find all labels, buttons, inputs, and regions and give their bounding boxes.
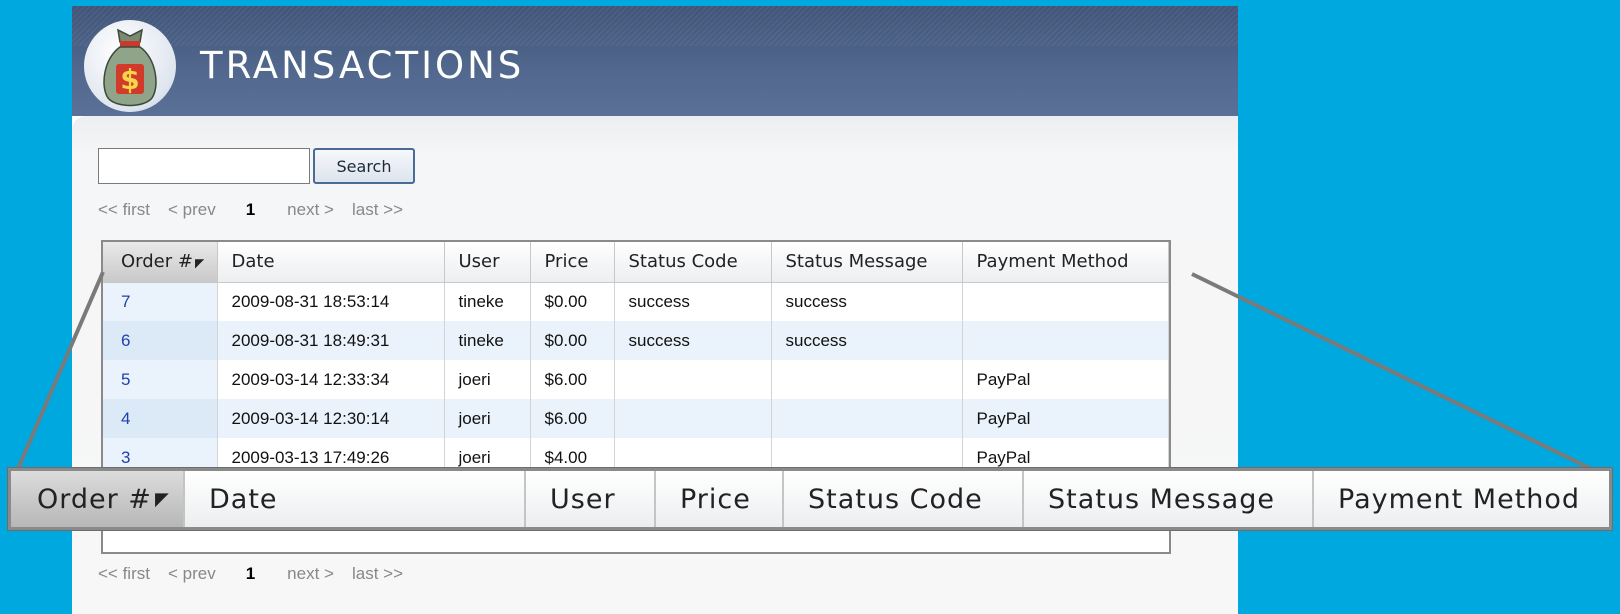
cell-user: joeri bbox=[444, 399, 531, 438]
cell-date: 2009-03-14 12:33:34 bbox=[217, 360, 445, 399]
order-link[interactable]: 7 bbox=[103, 282, 218, 321]
cell-payment-method: PayPal bbox=[962, 399, 1169, 438]
order-link[interactable]: 4 bbox=[103, 399, 218, 438]
cell-status-message: success bbox=[771, 282, 963, 321]
column-header-payment-method[interactable]: Payment Method bbox=[962, 242, 1169, 283]
search-button[interactable]: Search bbox=[313, 148, 415, 184]
cell-user: joeri bbox=[444, 360, 531, 399]
zoom-header-status-code: Status Code bbox=[784, 471, 1024, 527]
zoom-header-payment-method: Payment Method bbox=[1314, 471, 1609, 527]
cell-status-code bbox=[614, 360, 772, 399]
svg-text:$: $ bbox=[120, 63, 139, 96]
pager-last-link[interactable]: last >> bbox=[352, 200, 403, 220]
pager-current-page: 1 bbox=[245, 200, 256, 219]
zoom-header-order: Order # ◤ bbox=[11, 471, 185, 527]
pager-top: << first < prev 1 next > last >> bbox=[98, 200, 403, 220]
cell-status-message bbox=[771, 399, 963, 438]
order-link[interactable]: 5 bbox=[103, 360, 218, 399]
pager-next-link[interactable]: next > bbox=[287, 564, 334, 584]
transactions-table: Order # ◤ Date User Price Status Code Sta… bbox=[103, 242, 1169, 477]
pager-bottom: << first < prev 1 next > last >> bbox=[98, 564, 403, 584]
zoomed-header-callout: Order # ◤ Date User Price Status Code Sta… bbox=[8, 468, 1612, 530]
sort-indicator-icon: ◤ bbox=[194, 256, 205, 271]
cell-date: 2009-08-31 18:49:31 bbox=[217, 321, 445, 360]
money-bag-icon: $ bbox=[84, 20, 176, 112]
pager-last-link[interactable]: last >> bbox=[352, 564, 403, 584]
cell-payment-method bbox=[962, 282, 1169, 321]
cell-date: 2009-08-31 18:53:14 bbox=[217, 282, 445, 321]
cell-status-code: success bbox=[614, 321, 772, 360]
zoom-header-status-message: Status Message bbox=[1024, 471, 1314, 527]
cell-price: $6.00 bbox=[530, 360, 615, 399]
table-row: 7 2009-08-31 18:53:14 tineke $0.00 succe… bbox=[103, 282, 1169, 321]
column-header-status-code[interactable]: Status Code bbox=[614, 242, 772, 283]
zoom-header-user: User bbox=[526, 471, 656, 527]
cell-status-message: success bbox=[771, 321, 963, 360]
zoom-header-date: Date bbox=[185, 471, 526, 527]
cell-user: tineke bbox=[444, 282, 531, 321]
table-header-row: Order # ◤ Date User Price Status Code Sta… bbox=[103, 242, 1169, 283]
column-header-order[interactable]: Order # ◤ bbox=[103, 242, 218, 283]
cell-payment-method: PayPal bbox=[962, 360, 1169, 399]
column-header-user[interactable]: User bbox=[444, 242, 531, 283]
cell-date: 2009-03-14 12:30:14 bbox=[217, 399, 445, 438]
cell-price: $0.00 bbox=[530, 282, 615, 321]
column-header-date[interactable]: Date bbox=[217, 242, 445, 283]
search-row: Search bbox=[98, 148, 415, 184]
content-area: Search << first < prev 1 next > last >> … bbox=[72, 116, 1238, 614]
table-row: 6 2009-08-31 18:49:31 tineke $0.00 succe… bbox=[103, 321, 1169, 360]
cell-user: tineke bbox=[444, 321, 531, 360]
panel-header: $ TRANSACTIONS bbox=[72, 6, 1238, 116]
order-link[interactable]: 6 bbox=[103, 321, 218, 360]
column-header-status-message[interactable]: Status Message bbox=[771, 242, 963, 283]
search-input[interactable] bbox=[98, 148, 310, 184]
table-row: 4 2009-03-14 12:30:14 joeri $6.00 PayPal bbox=[103, 399, 1169, 438]
sort-indicator-icon: ◤ bbox=[154, 488, 170, 510]
cell-payment-method bbox=[962, 321, 1169, 360]
cell-price: $6.00 bbox=[530, 399, 615, 438]
pager-next-link[interactable]: next > bbox=[287, 200, 334, 220]
callout-arrow-right bbox=[1191, 272, 1612, 480]
cell-status-code bbox=[614, 399, 772, 438]
table-row: 5 2009-03-14 12:33:34 joeri $6.00 PayPal bbox=[103, 360, 1169, 399]
page-title: TRANSACTIONS bbox=[200, 44, 525, 87]
pager-prev-link[interactable]: < prev bbox=[168, 200, 216, 220]
cell-status-code: success bbox=[614, 282, 772, 321]
cell-status-message bbox=[771, 360, 963, 399]
pager-first-link[interactable]: << first bbox=[98, 200, 150, 220]
pager-prev-link[interactable]: < prev bbox=[168, 564, 216, 584]
pager-current-page: 1 bbox=[245, 564, 256, 583]
cell-price: $0.00 bbox=[530, 321, 615, 360]
column-header-price[interactable]: Price bbox=[530, 242, 615, 283]
zoom-header-price: Price bbox=[656, 471, 784, 527]
pager-first-link[interactable]: << first bbox=[98, 564, 150, 584]
